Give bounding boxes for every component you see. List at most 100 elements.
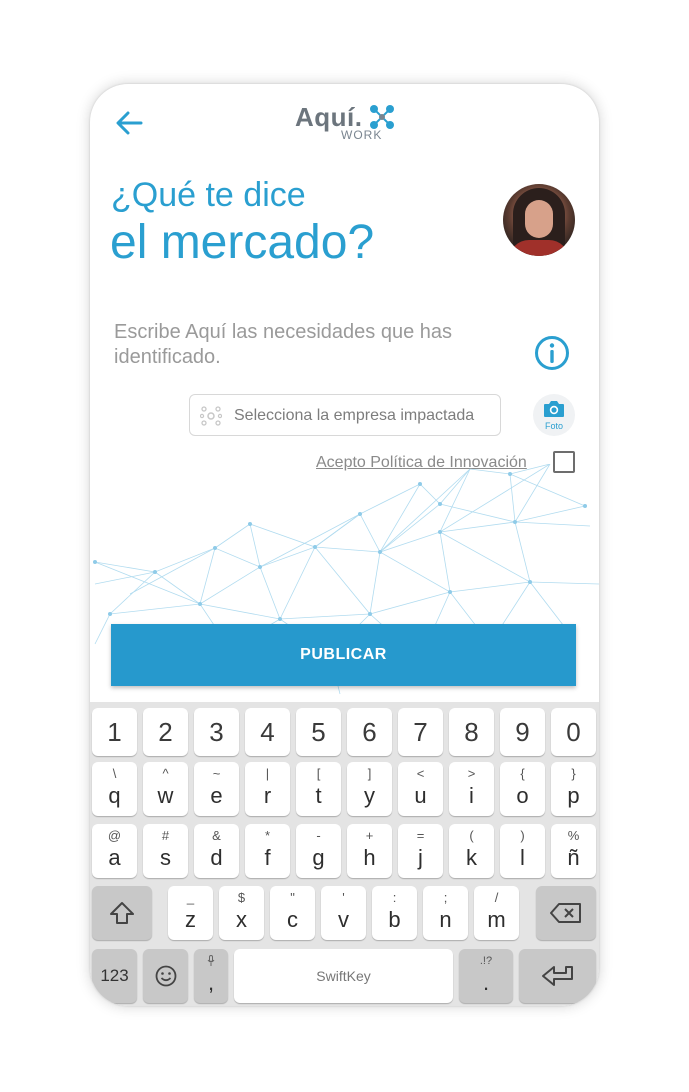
symbols-key-label: 123 [100,966,129,985]
key-k-secondary: ( [469,828,474,843]
key-3[interactable]: 3 [194,708,239,756]
key-n[interactable]: ; n [423,886,468,940]
back-arrow-icon[interactable] [114,110,144,136]
key-7[interactable]: 7 [398,708,443,756]
key-5-label: 5 [311,717,326,747]
key-0[interactable]: 0 [551,708,596,756]
key-o[interactable]: {o [500,762,545,816]
key-c-secondary: " [290,890,295,905]
key-m-secondary: / [494,890,499,905]
key-x-secondary: $ [237,890,246,905]
key-3-label: 3 [209,717,224,747]
key-ñ-secondary: % [567,828,580,843]
key-i[interactable]: > i [449,762,494,816]
key-d[interactable]: & d [194,824,239,878]
key-m-label: m [487,907,506,932]
key-1[interactable]: 1 [92,708,137,756]
comma-key[interactable]: , [194,949,228,1003]
key-6[interactable]: 6 [347,708,392,756]
title-line-2: el mercado? [110,216,375,269]
key-k[interactable]: (k [449,824,494,878]
key-r-label: r [263,783,272,808]
enter-key[interactable] [519,949,596,1003]
key-4-label: 4 [260,717,275,747]
key-u[interactable]: < u [398,762,443,816]
key-b-secondary: : [392,890,397,905]
key-g-secondary: - [316,828,321,843]
key-j[interactable]: = j [398,824,443,878]
key-2[interactable]: 2 [143,708,188,756]
shift-key[interactable] [92,886,152,940]
key-g[interactable]: -g [296,824,341,878]
backspace-icon [550,903,581,923]
key-p[interactable]: } p [551,762,596,816]
key-8[interactable]: 8 [449,708,494,756]
key-v[interactable]: ' v [321,886,366,940]
key-r-secondary: | [265,766,270,781]
key-q-label: q [108,783,121,808]
key-z-label: z [185,907,196,932]
period-key-secondary: .!? [479,955,493,967]
key-n-secondary: ; [443,890,448,905]
key-ñ[interactable]: % ñ [551,824,596,878]
key-y[interactable]: ] y [347,762,392,816]
key-5[interactable]: 5 [296,708,341,756]
key-d-label: d [210,845,223,870]
key-x[interactable]: $ x [219,886,264,940]
key-b[interactable]: :b [372,886,417,940]
key-l-label: l [520,845,525,870]
key-y-secondary: ] [367,766,372,781]
avatar[interactable] [503,184,575,256]
key-p-secondary: } [571,766,576,781]
comma-key-label: , [207,970,215,995]
swiftkey-brand: SwiftKey [316,968,371,984]
key-q[interactable]: \ q [92,762,137,816]
key-s[interactable]: # s [143,824,188,878]
key-z[interactable]: _ z [168,886,213,940]
key-w-label: w [157,783,174,808]
symbols-key[interactable]: 123 [92,949,137,1003]
key-9[interactable]: 9 [500,708,545,756]
key-4[interactable]: 4 [245,708,290,756]
title-line-1: ¿Qué te dice [111,176,306,214]
key-o-label: o [516,783,529,808]
key-6-label: 6 [362,717,377,747]
key-w-secondary: ^ [162,766,169,781]
backspace-key[interactable] [536,886,596,940]
space-key[interactable]: SwiftKey [234,949,453,1003]
key-w[interactable]: ^ w [143,762,188,816]
key-c[interactable]: " c [270,886,315,940]
key-f-label: f [264,845,271,870]
key-b-label: b [388,907,401,932]
key-l[interactable]: ) l [500,824,545,878]
key-e[interactable]: ~ e [194,762,239,816]
key-o-secondary: { [520,766,525,781]
camera-icon [544,401,564,417]
info-icon[interactable] [534,335,570,371]
key-r[interactable]: | r [245,762,290,816]
company-select[interactable]: Selecciona la empresa impactada [189,394,501,436]
key-u-label: u [414,783,427,808]
key-t-secondary: [ [316,766,321,781]
key-9-label: 9 [515,717,530,747]
photo-label: Foto [544,421,563,431]
period-key[interactable]: .!? . [459,949,513,1003]
key-v-secondary: ' [342,890,345,905]
shift-icon [110,902,134,924]
microphone-icon [207,955,215,966]
app-logo: Aquí. WORK [295,102,405,144]
key-m[interactable]: / m [474,886,519,940]
phone-screen: Aquí. WORK ¿Qué te dice el mercado? Escr… [90,84,599,1006]
key-f[interactable]: * f [245,824,290,878]
key-h[interactable]: + h [347,824,392,878]
photo-button[interactable]: Foto [533,394,575,436]
key-t[interactable]: [t [296,762,341,816]
key-f-secondary: * [264,828,271,843]
key-i-label: i [469,783,474,808]
key-y-label: y [364,783,375,808]
key-h-secondary: + [365,828,374,843]
key-z-secondary: _ [186,890,195,905]
key-a[interactable]: @ a [92,824,137,878]
emoji-key[interactable] [143,949,188,1003]
publish-button[interactable]: PUBLICAR [111,624,576,686]
